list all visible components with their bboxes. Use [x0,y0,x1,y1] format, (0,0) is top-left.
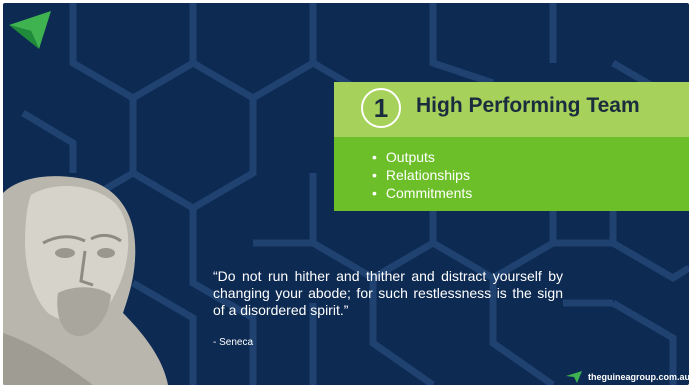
footer-website: theguineagroup.com.au [566,371,689,383]
slide: 1 High Performing Team Outputs Relations… [3,3,689,385]
card-header: 1 High Performing Team [334,82,689,137]
card-bullet-list: Outputs Relationships Commitments [372,148,472,202]
quote-text: “Do not run hither and thither and distr… [213,268,563,318]
card-body: Outputs Relationships Commitments [334,137,689,211]
list-item: Outputs [372,148,472,166]
list-item: Relationships [372,166,472,184]
card-title: High Performing Team [416,94,640,117]
list-item: Commitments [372,184,472,202]
quote-author: - Seneca [213,337,254,348]
green-arrow-logo-icon [9,11,51,49]
website-text: theguineagroup.com.au [588,372,689,382]
number-circle-badge: 1 [361,88,401,128]
seneca-bust-image [3,176,168,385]
green-arrow-small-icon [566,371,582,383]
